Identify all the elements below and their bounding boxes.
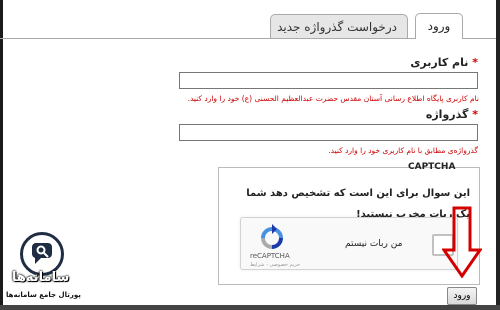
captcha-heading: CAPTCHA xyxy=(408,162,456,172)
down-arrow-icon xyxy=(442,206,482,278)
frame-left-edge xyxy=(0,0,3,310)
password-hint: گذرواژه‌ی مطابق با نام کاربری خود را وار… xyxy=(328,146,478,155)
username-label: * نام کاربری xyxy=(410,56,478,69)
watermark-title: سامانه‌ها xyxy=(12,270,70,285)
password-label: * گذرواژه xyxy=(426,108,478,121)
watermark-subtitle: پورتال جامع سامانه‌ها xyxy=(6,291,81,299)
chat-search-logo-icon xyxy=(32,243,52,264)
recaptcha-terms-link[interactable]: حریم خصوصی - شرایط xyxy=(250,262,300,268)
login-submit-button[interactable]: ورود xyxy=(447,287,477,305)
password-input[interactable] xyxy=(179,124,478,141)
tab-request-password[interactable]: درخواست گذرواژه جدید xyxy=(270,14,408,38)
username-label-text: نام کاربری xyxy=(410,56,469,69)
required-mark: * xyxy=(472,108,478,121)
tab-login[interactable]: ورود xyxy=(415,13,463,39)
username-hint: نام کاربری پایگاه اطلاع رسانی آستان مقدس… xyxy=(187,94,479,103)
required-mark: * xyxy=(472,56,478,69)
recaptcha-checkbox-label: من ربات نیستم xyxy=(345,239,403,249)
recaptcha-logo-icon xyxy=(261,224,283,249)
recaptcha-brand: reCAPTCHA xyxy=(250,252,290,260)
frame-bottom-edge xyxy=(0,305,500,310)
username-input[interactable] xyxy=(179,72,478,89)
frame-right-edge xyxy=(496,0,500,310)
password-label-text: گذرواژه xyxy=(425,108,469,121)
